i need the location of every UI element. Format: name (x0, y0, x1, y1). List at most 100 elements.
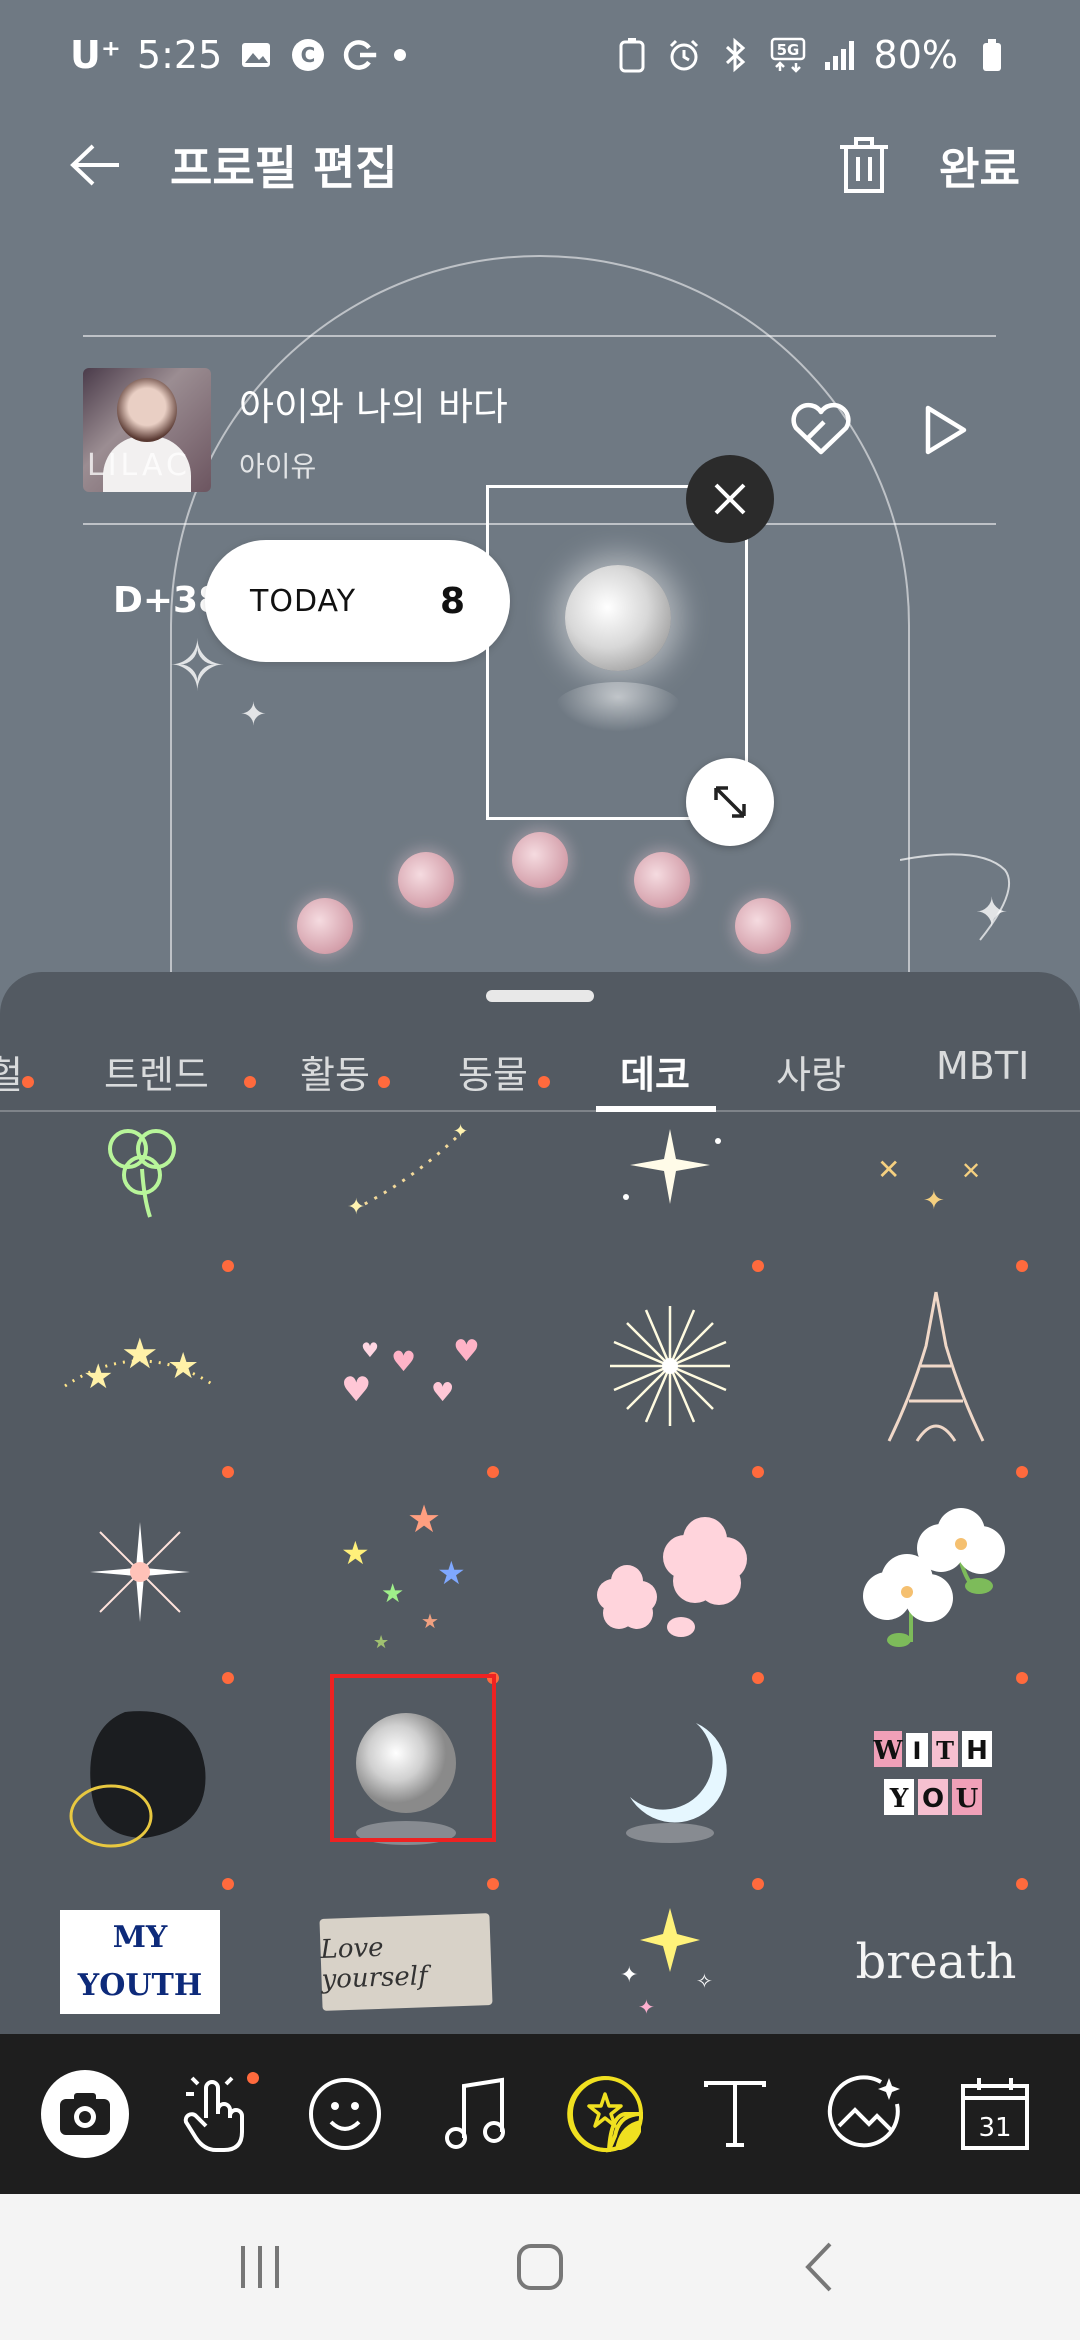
moon-phase-decoration (735, 898, 791, 954)
new-badge-dot (1016, 1466, 1028, 1478)
svg-text:★: ★ (407, 1497, 441, 1541)
sticker-crescent-moon[interactable] (560, 1688, 780, 1868)
selected-sticker-frame (330, 1674, 496, 1842)
sticker-my-youth[interactable]: MY YOUTH (30, 1892, 250, 2032)
moon-phase-decoration (512, 832, 568, 888)
today-counter[interactable]: TODAY 8 (205, 540, 510, 662)
bluetooth-icon (718, 37, 754, 73)
home-button[interactable] (495, 2222, 585, 2312)
system-nav-bar (0, 2194, 1080, 2340)
sticker-star-arc[interactable]: ★ ★ ★ (30, 1276, 250, 1456)
text-icon (704, 2081, 766, 2147)
profile-canvas: LILAC 아이와 나의 바다 아이유 D+38 TODAY 8 ✧ ✦ ✦ (0, 220, 1080, 1055)
svg-text:Y: Y (889, 1784, 909, 1814)
sticker-clover[interactable] (30, 1074, 250, 1254)
music-widget[interactable]: LILAC 아이와 나의 바다 아이유 (83, 365, 996, 495)
g-notification-icon (342, 37, 378, 73)
svg-text:★: ★ (421, 1609, 439, 1633)
play-button[interactable] (916, 400, 976, 460)
camera-button[interactable] (35, 2064, 135, 2164)
new-badge-dot (1016, 1878, 1028, 1890)
music-button[interactable] (425, 2064, 525, 2164)
resize-sticker-handle[interactable] (686, 758, 774, 846)
sticker-pink-hearts[interactable]: ♥ ♥ ♥ ♥ ♥ (296, 1276, 516, 1456)
background-button[interactable] (815, 2064, 915, 2164)
done-button[interactable]: 완료 (939, 133, 1020, 197)
sheet-drag-handle[interactable] (486, 990, 594, 1002)
play-icon (925, 405, 967, 455)
svg-text:♥: ♥ (431, 1378, 454, 1408)
app-bar: 프로필 편집 완료 (0, 110, 1080, 220)
chevron-left-icon (805, 2242, 832, 2292)
like-button[interactable] (786, 395, 856, 465)
sticker-colorful-stars[interactable]: ★ ★ ★ ★ ★ ★ (296, 1482, 516, 1662)
back-button[interactable] (60, 130, 130, 200)
sticker-gold-sparkles[interactable]: ✕ ✕ ✦ (826, 1074, 1046, 1254)
today-label: TODAY (250, 583, 357, 619)
sticker-sparkle-trail[interactable]: ✦ ✦ (300, 1074, 520, 1254)
emoji-button[interactable] (295, 2064, 395, 2164)
sticker-sheet: 헐 트렌드 활동 동물 데코 사랑 MBTI ✦ ✦ ✕ ✕ ✦ ★ ★ ★ ♥… (0, 972, 1080, 2034)
sticker-grid: ✦ ✦ ✕ ✕ ✦ ★ ★ ★ ♥ ♥ ♥ ♥ ♥ ★ ★ ★ ★ ★ ★ W … (0, 1114, 1080, 2034)
recent-apps-button[interactable] (215, 2222, 305, 2312)
love-yourself-text: Love yourself (320, 1932, 429, 1995)
sticker-starburst[interactable] (560, 1074, 780, 1254)
svg-text:★: ★ (167, 1346, 199, 1387)
editor-toolbar: 31 (0, 2034, 1080, 2194)
home-icon (517, 2244, 563, 2290)
c-notification-icon: C (290, 37, 326, 73)
svg-text:♥: ♥ (361, 1338, 379, 1362)
svg-text:★: ★ (437, 1554, 466, 1592)
resize-icon (714, 786, 746, 818)
sticker-button[interactable] (555, 2064, 655, 2164)
moon-phase-decoration (398, 852, 454, 908)
tab-partial[interactable]: 헐 (0, 1044, 23, 1099)
svg-text:H: H (966, 1736, 988, 1766)
sticker-with-you[interactable]: W I T H Y O U (826, 1688, 1046, 1868)
svg-text:U: U (956, 1784, 979, 1814)
sticker-yellow-sparkles[interactable]: ✦ ✧ ✦ (560, 1892, 780, 2032)
heart-outline-icon (791, 402, 851, 455)
text-button[interactable] (685, 2064, 785, 2164)
album-cover-text: LILAC (87, 448, 191, 483)
sticker-eiffel-tower[interactable] (826, 1276, 1046, 1456)
sticker-black-blob-ring[interactable] (30, 1688, 250, 1868)
moon-phase-decoration (297, 898, 353, 954)
new-badge-dot (752, 1878, 764, 1890)
touch-effect-button[interactable] (165, 2064, 265, 2164)
remove-sticker-button[interactable] (686, 455, 774, 543)
calendar-icon: 31 (961, 2078, 1029, 2150)
photo-sparkle-icon (827, 2075, 900, 2148)
sticker-breath[interactable]: breath (826, 1892, 1046, 2032)
album-cover: LILAC (83, 368, 211, 492)
sticker-lens-flare[interactable] (30, 1482, 250, 1662)
new-badge-dot (752, 1466, 764, 1478)
sticker-cherry-blossoms[interactable] (560, 1482, 780, 1662)
system-back-button[interactable] (775, 2222, 865, 2312)
new-badge-dot (752, 1672, 764, 1684)
svg-text:5G: 5G (776, 41, 799, 59)
moon-phase-decoration (634, 852, 690, 908)
svg-text:I: I (913, 1737, 922, 1765)
svg-text:T: T (936, 1736, 954, 1765)
signal-icon (822, 37, 858, 73)
new-badge-dot (222, 1260, 234, 1272)
divider-top (83, 335, 996, 337)
svg-text:✧: ✧ (696, 1969, 713, 1993)
svg-text:31: 31 (978, 2113, 1011, 2143)
delete-button[interactable] (829, 130, 899, 200)
sticker-firework[interactable] (560, 1276, 780, 1456)
new-badge-dot (222, 1672, 234, 1684)
page-title: 프로필 편집 (170, 141, 398, 195)
moon-reflection (555, 682, 681, 732)
5g-icon: 5G (770, 37, 806, 73)
dday-calendar-button[interactable]: 31 (945, 2064, 1045, 2164)
new-badge-dot (222, 1878, 234, 1890)
sticker-white-flowers[interactable] (826, 1482, 1046, 1662)
new-badge-dot (538, 1076, 550, 1088)
new-badge-dot (1016, 1260, 1028, 1272)
sticker-love-yourself[interactable]: Love yourself (296, 1892, 516, 2032)
new-badge-dot (487, 1466, 499, 1478)
moon-sticker[interactable] (565, 565, 671, 671)
svg-text:★: ★ (83, 1357, 113, 1397)
